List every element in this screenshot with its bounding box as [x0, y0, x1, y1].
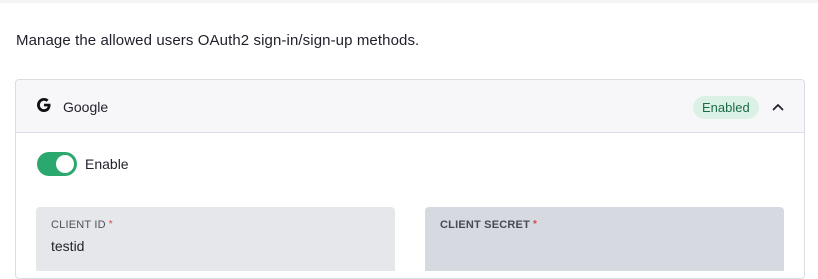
- status-badge: Enabled: [693, 96, 759, 119]
- client-id-label: CLIENT ID *: [51, 219, 113, 231]
- google-icon: [35, 95, 53, 115]
- provider-header[interactable]: Google Enabled: [16, 80, 804, 133]
- required-marker: *: [533, 219, 538, 230]
- collapse-button[interactable]: [768, 97, 788, 117]
- client-id-input[interactable]: [51, 238, 381, 254]
- oauth-provider-card: Google Enabled Enable CLIENT ID* CLIENT …: [15, 79, 805, 279]
- required-marker: *: [108, 219, 113, 230]
- chevron-up-icon: [772, 104, 784, 111]
- client-secret-label: CLIENT SECRET *: [440, 219, 538, 231]
- page-description: Manage the allowed users OAuth2 sign-in/…: [16, 32, 420, 49]
- enable-toggle-row[interactable]: Enable: [37, 152, 129, 176]
- toggle-knob: [56, 155, 74, 173]
- enable-toggle[interactable]: [37, 152, 77, 176]
- client-secret-input[interactable]: [440, 238, 770, 254]
- provider-name: Google: [63, 99, 109, 115]
- client-id-field[interactable]: CLIENT ID *: [36, 207, 395, 271]
- top-divider: [0, 0, 818, 3]
- enable-toggle-label: Enable: [85, 156, 129, 172]
- client-secret-field[interactable]: CLIENT SECRET *: [425, 207, 784, 271]
